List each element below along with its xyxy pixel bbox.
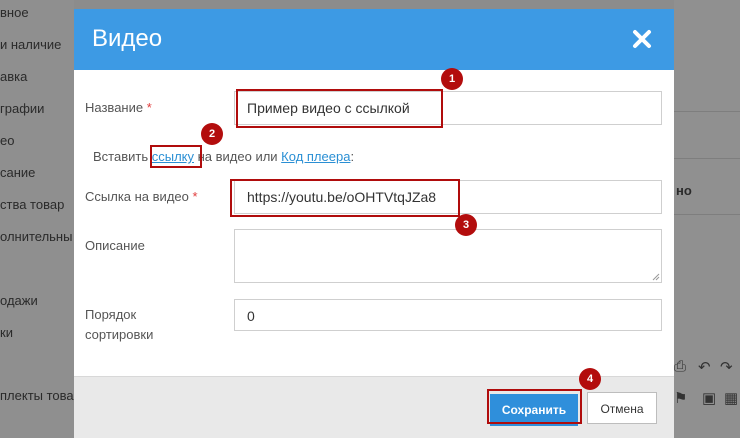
sidebar-item[interactable]: авка: [0, 69, 27, 84]
sidebar-item[interactable]: вное: [0, 5, 29, 20]
annotation-badge: 3: [455, 214, 477, 236]
required-mark: *: [192, 189, 198, 204]
description-label: Описание: [85, 238, 145, 253]
redo-icon[interactable]: ↷: [720, 358, 733, 376]
image-icon[interactable]: ▣: [702, 389, 716, 407]
link-url[interactable]: ссылку: [152, 149, 194, 164]
print-icon[interactable]: ⎙: [674, 358, 686, 375]
undo-icon[interactable]: ↶: [698, 358, 711, 376]
sidebar-item[interactable]: одажи: [0, 293, 38, 308]
dialog-title: Видео: [92, 25, 163, 52]
save-button[interactable]: Сохранить: [490, 394, 578, 426]
annotation-badge: 2: [201, 123, 223, 145]
video-url-input[interactable]: https://youtu.be/oOHTVtqJZa8: [234, 180, 662, 214]
sidebar-item[interactable]: олнительны: [0, 229, 72, 244]
video-url-label: Ссылка на видео *: [85, 189, 198, 204]
name-label: Название *: [85, 100, 152, 115]
dialog-header: Видео: [74, 9, 674, 70]
sidebar-item[interactable]: ства товар: [0, 197, 64, 212]
sidebar-item[interactable]: сание: [0, 165, 35, 180]
sidebar-item[interactable]: ео: [0, 133, 14, 148]
cancel-button[interactable]: Отмена: [587, 392, 657, 424]
background-editor-toolbar: ⎙ ↶ ↷ ⚑ ▣ ▦: [674, 356, 740, 438]
name-input[interactable]: Пример видео с ссылкой: [234, 91, 662, 125]
required-mark: *: [146, 100, 152, 115]
background-text: но: [676, 183, 692, 198]
sidebar-item[interactable]: и наличие: [0, 37, 61, 52]
resize-handle-icon[interactable]: [652, 273, 660, 281]
close-button[interactable]: [627, 24, 657, 54]
sort-order-input[interactable]: 0: [234, 299, 662, 331]
table-icon[interactable]: ▦: [724, 389, 738, 407]
description-textarea[interactable]: [234, 229, 662, 283]
divider: [674, 214, 740, 215]
sidebar-item[interactable]: графии: [0, 101, 44, 116]
link-player-code[interactable]: Код плеера: [281, 149, 350, 164]
annotation-badge: 4: [579, 368, 601, 390]
divider: [674, 158, 740, 159]
close-icon: [633, 30, 651, 48]
sort-order-label: Порядок сортировки: [85, 307, 154, 342]
sidebar-item[interactable]: плекты товар: [0, 388, 81, 403]
annotation-badge: 1: [441, 68, 463, 90]
flag-icon[interactable]: ⚑: [674, 389, 687, 407]
sidebar-item[interactable]: ки: [0, 325, 13, 340]
divider: [674, 111, 740, 112]
background-sidebar: вное и наличие авка графии ео сание ства…: [0, 0, 81, 438]
video-hint: Вставить ссылку на видео или Код плеера:: [93, 149, 355, 164]
